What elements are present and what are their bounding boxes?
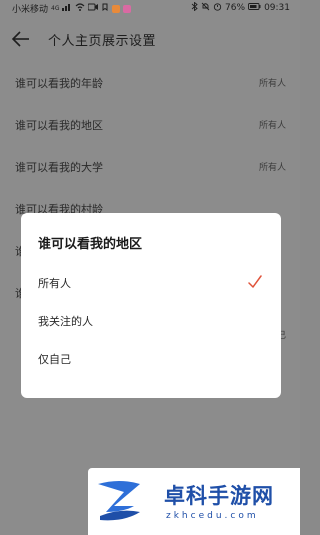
header: 个人主页展示设置 [0,17,300,63]
battery-percent: 76% [225,3,246,13]
brand-domain: zkhcedu.com [166,511,259,521]
video-icon [87,3,99,14]
brand-name: 卓科手游网 [164,484,274,508]
settings-row-value: 所有人 [258,163,286,173]
app-icon [112,4,121,13]
carrier-label: 小米移动 [12,5,49,15]
bluetooth-icon [191,1,198,14]
option-label: 我关注的人 [38,315,93,328]
option-label: 仅自己 [38,353,71,366]
status-bar-right: 76% 09:31 [191,1,290,14]
settings-row-value: 所有人 [258,121,286,131]
clock: 09:31 [264,3,290,13]
network-label: 4G [51,5,60,12]
option-only-me[interactable]: 仅自己 [21,341,281,377]
settings-row-region[interactable]: 谁可以看我的地区 所有人 [0,105,300,147]
page-title: 个人主页展示设置 [48,34,157,49]
settings-row-label: 谁可以看我的地区 [15,119,103,132]
settings-row-age[interactable]: 谁可以看我的年龄 所有人 [0,63,300,105]
checkmark-icon [247,274,263,290]
page: 小米移动 4G 76% 09:31 个人主页展示设置 谁可以看我的年龄 所有人 … [0,0,300,535]
app-icon-2 [123,4,132,13]
signal-icon [62,3,72,14]
settings-row-label: 谁可以看我的年龄 [15,77,103,90]
settings-row-value: 所有人 [258,79,286,89]
battery-icon [248,3,261,13]
watermark-banner: 卓科手游网 zkhcedu.com [88,468,300,535]
settings-row-label: 谁可以看我的大学 [15,161,103,174]
status-bar-left: 小米移动 4G [12,2,132,15]
notification-icon [101,3,109,14]
status-bar: 小米移动 4G 76% 09:31 [0,0,300,17]
option-label: 所有人 [38,277,71,290]
settings-row-university[interactable]: 谁可以看我的大学 所有人 [0,147,300,189]
mute-icon [201,2,210,14]
dialog-title: 谁可以看我的地区 [38,237,143,252]
wifi-icon [75,3,85,14]
option-following[interactable]: 我关注的人 [21,303,281,339]
option-everyone[interactable]: 所有人 [21,265,281,301]
alarm-icon [213,2,222,14]
visibility-dialog: 谁可以看我的地区 所有人 我关注的人 仅自己 [21,213,281,398]
back-arrow-icon[interactable] [10,28,32,50]
brand-logo-icon [94,478,144,524]
